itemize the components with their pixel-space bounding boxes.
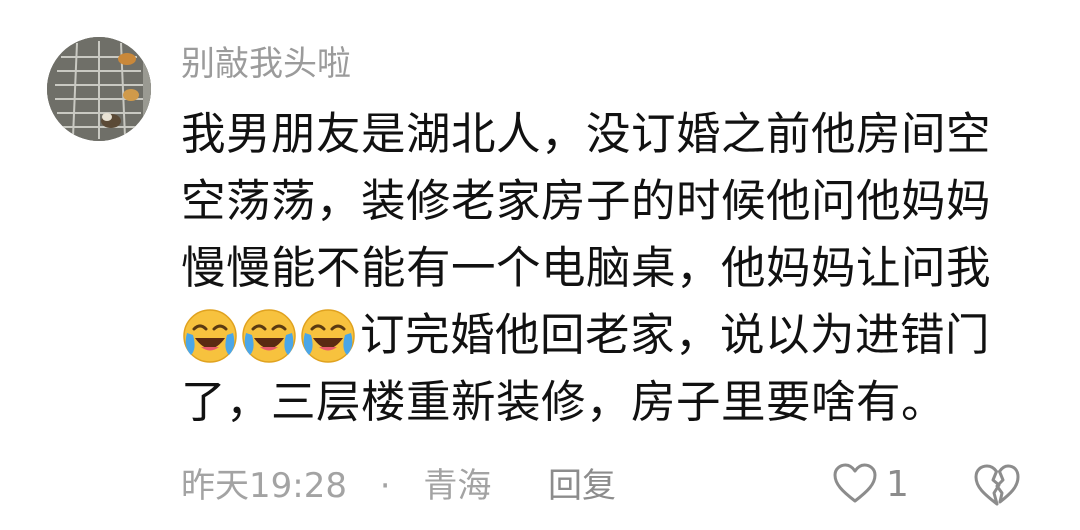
user-avatar[interactable] <box>47 37 151 141</box>
comment-time: 昨天19:28 <box>181 466 347 506</box>
broken-heart-icon <box>973 464 1021 512</box>
meta-separator: · <box>379 466 391 506</box>
comment-location: 青海 <box>423 466 492 506</box>
heart-outline-icon <box>832 462 878 508</box>
laugh-cry-emoji-icon <box>299 307 357 365</box>
comment-text-line: 了，三层楼重新装修，房子里要啥有。 <box>181 377 947 428</box>
avatar-photo-icon <box>47 37 151 141</box>
like-button[interactable]: 1 <box>832 460 909 510</box>
comment-text: 我男朋友是湖北人，没订婚之前他房间空 空荡荡，装修老家房子的时候他问他妈妈 慢慢… <box>181 101 1021 436</box>
username[interactable]: 别敲我头啦 <box>181 38 351 90</box>
comment-text-line: 我男朋友是湖北人，没订婚之前他房间空 <box>181 109 992 160</box>
comment-meta: 昨天19:28 · 青海 <box>181 462 491 510</box>
comment-text-line: 空荡荡，装修老家房子的时候他问他妈妈 <box>181 176 992 227</box>
dislike-button[interactable] <box>973 462 1021 508</box>
laugh-cry-emoji-icon <box>240 307 298 365</box>
comment-text-line-with-emojis: 订完婚他回老家，说以为进错门 <box>181 302 1021 369</box>
comment-text-segment: 订完婚他回老家，说以为进错门 <box>360 310 991 361</box>
comment-item: 别敲我头啦 我男朋友是湖北人，没订婚之前他房间空 空荡荡，装修老家房子的时候他问… <box>0 0 1080 530</box>
emoji-group <box>181 302 358 369</box>
laugh-cry-emoji-icon <box>181 307 239 365</box>
like-count: 1 <box>886 464 909 505</box>
comment-text-line: 慢慢能不能有一个电脑桌，他妈妈让问我 <box>181 243 992 294</box>
reply-button[interactable]: 回复 <box>548 462 616 510</box>
